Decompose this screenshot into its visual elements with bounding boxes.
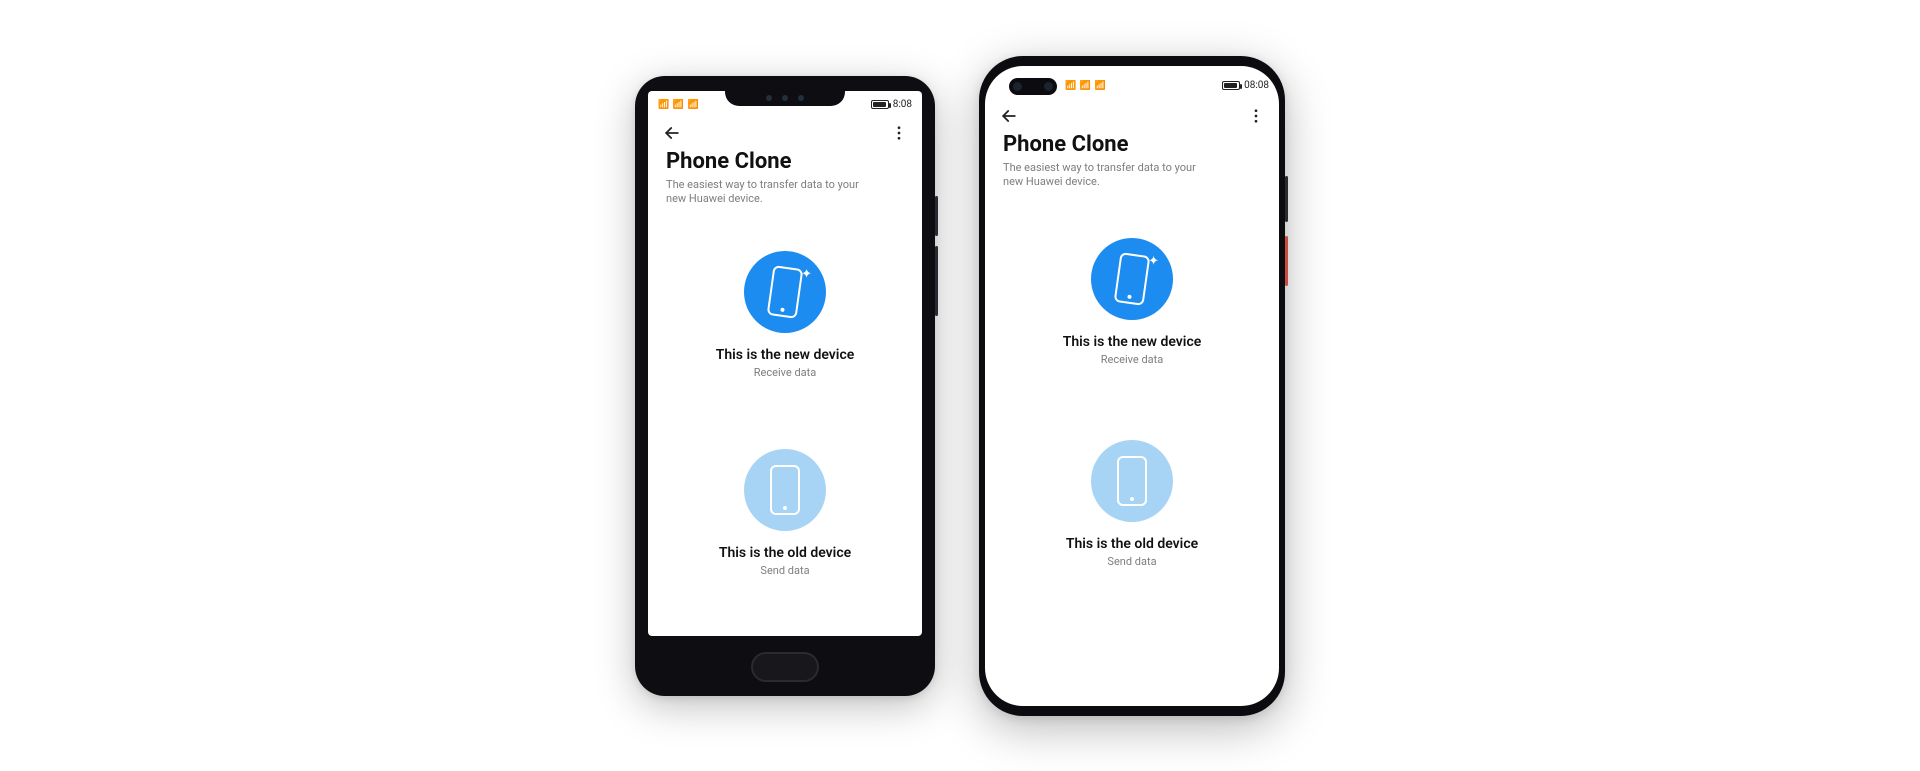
phone-right-screen: 📶📶📶 08:08 Phone Clone The easiest way to… (985, 66, 1279, 706)
camera-pill (1009, 78, 1057, 95)
app-bar (648, 117, 922, 143)
phone-right-device: 📶📶📶 08:08 Phone Clone The easiest way to… (979, 56, 1285, 716)
back-icon[interactable] (662, 123, 682, 143)
app-bar (985, 100, 1279, 126)
status-time: 08:08 (1244, 80, 1269, 91)
page-subtitle: The easiest way to transfer data to your… (985, 159, 1225, 191)
old-device-title: This is the old device (719, 545, 851, 561)
status-time: 8:08 (893, 99, 912, 110)
phone-left-device: 📶📶📶 8:08 Phone Clone The easiest way to … (635, 76, 935, 696)
new-device-option[interactable]: ✦ This is the new device Receive data (1032, 238, 1232, 366)
back-icon[interactable] (999, 106, 1019, 126)
old-device-title: This is the old device (1066, 536, 1198, 552)
sparkle-icon: ✦ (1148, 254, 1159, 269)
new-device-sub: Receive data (1101, 353, 1163, 366)
old-device-icon (744, 449, 826, 531)
new-device-option[interactable]: ✦ This is the new device Receive data (685, 251, 885, 379)
old-device-sub: Send data (760, 564, 809, 577)
old-device-icon (1091, 440, 1173, 522)
display-notch (725, 91, 845, 106)
phone-left-screen: 📶📶📶 8:08 Phone Clone The easiest way to … (648, 91, 922, 636)
page-title: Phone Clone (648, 143, 922, 176)
old-device-option[interactable]: This is the old device Send data (1032, 440, 1232, 568)
home-button[interactable] (751, 652, 819, 682)
volume-button (1285, 176, 1288, 222)
new-device-title: This is the new device (1063, 334, 1202, 350)
new-device-icon: ✦ (744, 251, 826, 333)
battery-icon (1222, 81, 1240, 90)
old-device-option[interactable]: This is the old device Send data (685, 449, 885, 577)
power-button (1285, 236, 1288, 286)
page-subtitle: The easiest way to transfer data to your… (648, 176, 888, 208)
more-icon[interactable] (890, 124, 908, 142)
battery-icon (871, 100, 889, 109)
new-device-icon: ✦ (1091, 238, 1173, 320)
volume-button (935, 246, 938, 316)
page-title: Phone Clone (985, 126, 1279, 159)
old-device-sub: Send data (1107, 555, 1156, 568)
more-icon[interactable] (1247, 107, 1265, 125)
new-device-title: This is the new device (716, 347, 855, 363)
power-button (935, 196, 938, 236)
sparkle-icon: ✦ (801, 267, 812, 282)
status-signal: 📶📶📶 (1065, 81, 1106, 91)
status-signal: 📶📶📶 (658, 100, 699, 110)
new-device-sub: Receive data (754, 366, 816, 379)
